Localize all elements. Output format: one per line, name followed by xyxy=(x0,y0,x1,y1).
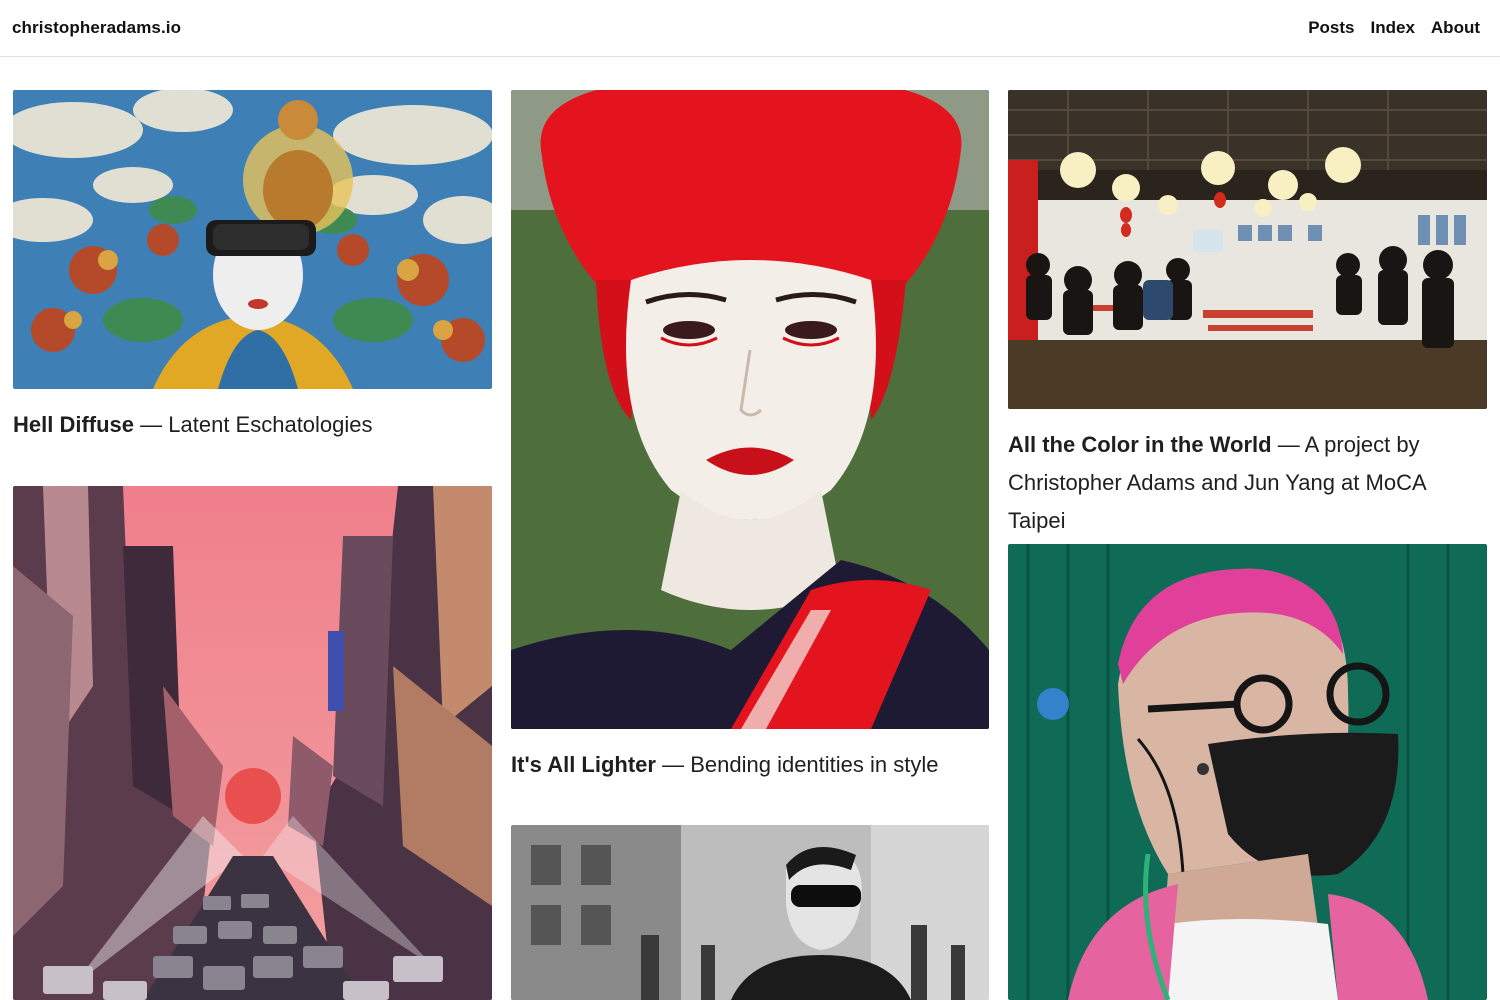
gallery-event-image xyxy=(1008,90,1487,409)
pink-city-image xyxy=(13,486,492,1000)
caption-separator: — xyxy=(134,412,169,437)
post-subtitle: Latent Eschatologies xyxy=(168,412,373,437)
post-image-its-all-lighter[interactable] xyxy=(511,90,989,729)
post-image-bw-man[interactable] xyxy=(511,825,989,1000)
nav-index-link[interactable]: Index xyxy=(1371,18,1415,38)
post-title[interactable]: All the Color in the World xyxy=(1008,432,1272,457)
post-image-pink-hair[interactable] xyxy=(1008,544,1487,1000)
post-image-pink-city[interactable] xyxy=(13,486,492,1000)
vr-buddha-image xyxy=(13,90,492,389)
post-caption-hell-diffuse[interactable]: Hell Diffuse — Latent Eschatologies xyxy=(13,406,492,444)
nav-about-link[interactable]: About xyxy=(1431,18,1480,38)
red-hair-portrait-image xyxy=(511,90,989,729)
post-subtitle: Bending identities in style xyxy=(690,752,939,777)
post-image-all-the-color[interactable] xyxy=(1008,90,1487,409)
post-caption-all-the-color[interactable]: All the Color in the World — A project b… xyxy=(1008,426,1487,540)
post-caption-its-all-lighter[interactable]: It's All Lighter — Bending identities in… xyxy=(511,746,989,784)
nav-posts-link[interactable]: Posts xyxy=(1308,18,1354,38)
main-nav: Posts Index About xyxy=(1308,18,1480,38)
post-title[interactable]: Hell Diffuse xyxy=(13,412,134,437)
site-header: christopheradams.io Posts Index About xyxy=(0,0,1500,57)
post-title[interactable]: It's All Lighter xyxy=(511,752,656,777)
caption-separator: — xyxy=(1271,432,1305,457)
bw-man-sunglasses-image xyxy=(511,825,989,1000)
post-image-hell-diffuse[interactable] xyxy=(13,90,492,389)
pink-hair-man-image xyxy=(1008,544,1487,1000)
site-title-link[interactable]: christopheradams.io xyxy=(12,18,181,38)
caption-separator: — xyxy=(655,752,691,777)
